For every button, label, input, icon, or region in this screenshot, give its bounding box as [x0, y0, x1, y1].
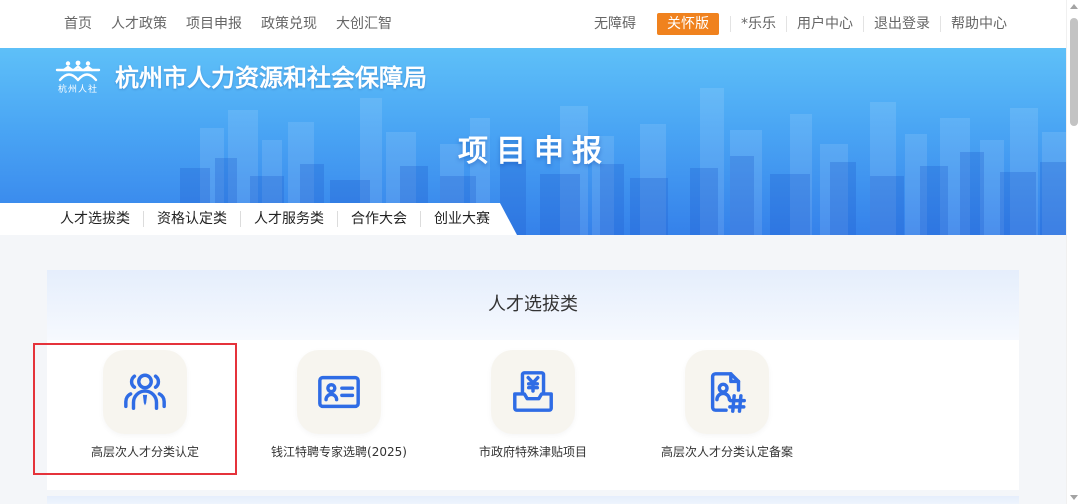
user-name[interactable]: *乐乐	[730, 16, 786, 32]
service-item-label: 高层次人才分类认定备案	[660, 445, 793, 459]
service-item-list: 高层次人才分类认定 钱江特聘专家选聘(2025) 市政府特殊津贴项目 高层次人才…	[33, 343, 824, 475]
user-center-link[interactable]: 用户中心	[786, 16, 863, 32]
accessibility-link[interactable]: 无障碍	[594, 14, 636, 34]
top-nav: 首页 人才政策 项目申报 政策兑现 大创汇智 无障碍 关怀版 *乐乐 用户中心 …	[0, 0, 1066, 48]
tab-talent-services[interactable]: 人才服务类	[240, 211, 337, 227]
service-item-qianjiang-expert[interactable]: 钱江特聘专家选聘(2025)	[242, 350, 436, 460]
service-item-label: 市政府特殊津贴项目	[478, 445, 587, 459]
organization-name: 杭州市人力资源和社会保障局	[115, 64, 427, 92]
service-item-special-allowance[interactable]: 市政府特殊津贴项目	[436, 350, 630, 460]
user-nav: 无障碍 关怀版 *乐乐 用户中心 退出登录 帮助中心	[594, 0, 1017, 48]
category-tab-bar: 人才选拔类 资格认定类 人才服务类 合作大会 创业大赛	[0, 203, 517, 235]
icon-tile	[297, 350, 381, 434]
next-section-panel	[47, 496, 1019, 504]
talent-selection-panel: 人才选拔类 高层次人才分类认定 钱江特聘专家选聘(2025) 市政府特殊津贴项目…	[33, 270, 1019, 490]
tab-cooperation-conference[interactable]: 合作大会	[337, 211, 420, 227]
page-scrollbar[interactable]	[1066, 0, 1080, 504]
site-logo[interactable]: 杭州人社	[54, 60, 102, 96]
logout-link[interactable]: 退出登录	[863, 16, 940, 32]
tab-startup-competition[interactable]: 创业大赛	[420, 211, 503, 227]
icon-tile	[685, 350, 769, 434]
nav-link-dachuang-huizhi[interactable]: 大创汇智	[336, 14, 392, 34]
document-user-hash-icon	[710, 372, 746, 413]
main-nav-links: 首页 人才政策 项目申报 政策兑现 大创汇智	[64, 0, 392, 48]
service-item-high-level-talent[interactable]: 高层次人才分类认定	[33, 343, 242, 475]
nav-link-policy-redemption[interactable]: 政策兑现	[261, 14, 317, 34]
section-title: 人才选拔类	[488, 294, 578, 315]
scroll-up-arrow-icon[interactable]	[1070, 4, 1078, 9]
page-title: 项目申报	[458, 134, 610, 169]
logo-caption: 杭州人社	[57, 85, 98, 95]
service-item-high-level-talent-filing[interactable]: 高层次人才分类认定备案	[630, 350, 824, 460]
service-item-label: 高层次人才分类认定	[90, 445, 199, 459]
id-card-icon	[318, 375, 360, 409]
section-header: 人才选拔类	[47, 270, 1019, 340]
help-center-link[interactable]: 帮助中心	[940, 16, 1017, 32]
service-item-label: 钱江特聘专家选聘(2025)	[271, 445, 407, 459]
nav-link-project-application[interactable]: 项目申报	[186, 14, 242, 34]
hangzhou-hrss-logo-icon	[55, 60, 101, 82]
care-mode-button[interactable]: 关怀版	[657, 13, 719, 35]
icon-tile	[491, 350, 575, 434]
scroll-down-arrow-icon[interactable]	[1070, 495, 1078, 500]
tab-talent-selection[interactable]: 人才选拔类	[60, 211, 143, 227]
user-group-icon	[124, 373, 166, 411]
nav-link-home[interactable]: 首页	[64, 14, 92, 34]
icon-tile	[103, 350, 187, 434]
tab-qualification[interactable]: 资格认定类	[143, 211, 240, 227]
scrollbar-thumb[interactable]	[1070, 18, 1078, 126]
yen-tray-icon	[513, 371, 553, 412]
nav-link-talent-policy[interactable]: 人才政策	[111, 14, 167, 34]
